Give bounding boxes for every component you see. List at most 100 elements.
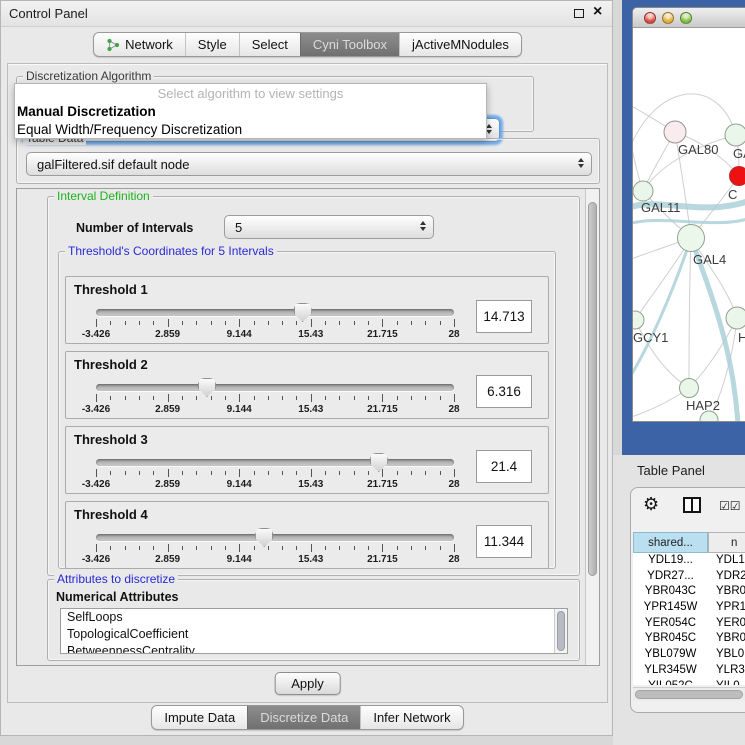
slider-tick-labels: -3.4262.8599.14415.4321.71528 (96, 404, 454, 416)
tab-label: Cyni Toolbox (313, 37, 387, 52)
bottom-tab-impute-data[interactable]: Impute Data (152, 706, 247, 729)
threshold-4-slider-track[interactable] (96, 534, 454, 541)
close-traffic-light-icon[interactable] (644, 12, 656, 24)
tab-network[interactable]: Network (94, 33, 185, 56)
table-row[interactable]: YER054CYER0 (633, 616, 745, 632)
network-node-red-node[interactable] (730, 167, 745, 186)
table-row[interactable]: YBR045CYBR0 (633, 631, 745, 647)
settings-scrollbar-thumb[interactable] (588, 202, 597, 576)
tick-mark (440, 321, 441, 325)
tick-mark (397, 321, 398, 325)
zoom-traffic-light-icon[interactable] (680, 12, 692, 24)
table-data-selected-value: galFiltered.sif default node (37, 157, 189, 172)
tab-cyni-toolbox[interactable]: Cyni Toolbox (300, 33, 399, 56)
algorithm-option-equal-width-frequency[interactable]: Equal Width/Frequency Discretization (15, 121, 486, 139)
top-tab-group: NetworkStyleSelect Cyni Toolbox jActiveMNo… (93, 32, 522, 57)
table-horizontal-scrollbar-thumb[interactable] (635, 690, 743, 699)
threshold-1-value-field[interactable]: 14.713 (476, 300, 532, 333)
bottom-tab-infer-network[interactable]: Infer Network (360, 706, 462, 729)
tick-mark (182, 396, 183, 400)
control-panel-window: Control Panel × NetworkStyleSelectCyni T… (0, 0, 613, 736)
apply-button[interactable]: Apply (274, 672, 341, 695)
tick-mark (339, 396, 340, 400)
table-horizontal-scrollbar[interactable] (633, 687, 745, 701)
table-row[interactable]: YLR345WYLR3 (633, 663, 745, 679)
tab-select[interactable]: Select (239, 33, 300, 56)
number-of-intervals-value: 5 (235, 220, 242, 235)
tick-mark (139, 546, 140, 550)
table-row[interactable]: YDR27...YDR2 (633, 569, 745, 585)
tick-mark (382, 469, 383, 477)
tick-label: 2.859 (155, 329, 180, 340)
table-row[interactable]: YIL052CYIL0 (633, 679, 745, 686)
tick-mark (311, 469, 312, 477)
number-of-intervals-combobox[interactable]: 5 (224, 215, 434, 239)
tick-mark (225, 471, 226, 475)
network-node-GAL80-node[interactable] (664, 121, 686, 143)
table-data-combobox[interactable]: galFiltered.sif default node (26, 152, 592, 176)
tick-mark (354, 471, 355, 475)
tick-mark (382, 544, 383, 552)
algorithm-option-manual-discretization[interactable]: Manual Discretization (15, 103, 486, 121)
threshold-4-value-field[interactable]: 11.344 (476, 525, 532, 558)
network-node-HAP2-node[interactable] (680, 379, 699, 398)
attributes-list-scrollbar[interactable] (554, 609, 567, 653)
network-node-H-node[interactable] (726, 307, 745, 329)
threshold-1-slider-track[interactable] (96, 309, 454, 316)
threshold-1-label: Threshold 1 (74, 282, 148, 297)
table-row[interactable]: YBR043CYBR0 (633, 584, 745, 600)
close-icon[interactable]: × (593, 3, 602, 21)
tick-mark (225, 321, 226, 325)
tick-mark (196, 546, 197, 550)
network-window: GAL80GACGAL11GAL4GCY1HHAP2 (632, 7, 745, 422)
settings-gear-icon[interactable]: ⚙ (643, 494, 659, 515)
numerical-attributes-list[interactable]: SelfLoopsTopologicalCoefficientBetweenne… (60, 608, 568, 654)
table-row[interactable]: YDL19...YDL1 (633, 553, 745, 569)
bottom-tab-discretize-data[interactable]: Discretize Data (247, 706, 360, 729)
tick-mark (296, 321, 297, 325)
network-node-GAL11-node[interactable] (633, 181, 653, 201)
threshold-3-slider: -3.4262.8599.14415.4321.71528 (94, 453, 458, 493)
tick-mark (225, 396, 226, 400)
float-window-icon[interactable] (574, 9, 584, 18)
attributes-list-scrollbar-thumb[interactable] (557, 611, 565, 651)
network-node-label: GAL80 (678, 142, 718, 157)
network-node-GAL4-node[interactable] (678, 225, 705, 252)
tick-mark (425, 396, 426, 400)
settings-vertical-scrollbar[interactable] (585, 189, 599, 665)
threshold-3-slider-track[interactable] (96, 459, 454, 466)
table-panel-region: Table Panel ⚙ ☑☑ shared... n YDL19...YDL… (613, 455, 745, 745)
network-node-label: GAL4 (693, 252, 726, 267)
table-row[interactable]: YBL079WYBL0 (633, 647, 745, 663)
network-icon (106, 38, 120, 52)
column-header-name[interactable]: n (708, 532, 745, 553)
network-node-GA-node[interactable] (725, 124, 745, 146)
attribute-item-selfloops[interactable]: SelfLoops (61, 609, 567, 626)
minimize-traffic-light-icon[interactable] (662, 12, 674, 24)
threshold-2-value-field[interactable]: 6.316 (476, 375, 532, 408)
column-header-shared[interactable]: shared... (633, 532, 708, 553)
table-cell: YBR045C (633, 631, 708, 647)
network-canvas[interactable]: GAL80GACGAL11GAL4GCY1HHAP2 (633, 28, 745, 422)
tick-mark (354, 546, 355, 550)
checked-box-icons[interactable]: ☑☑ (719, 499, 741, 513)
threshold-1-block: Threshold 1 -3.4262.8599.14415.4321.71528… (65, 276, 549, 344)
slider-tick-labels: -3.4262.8599.14415.4321.71528 (96, 554, 454, 566)
network-view-frame: GAL80GACGAL11GAL4GCY1HHAP2 (622, 0, 745, 455)
tab-jactivemnodules[interactable]: jActiveMNodules (399, 33, 521, 56)
tick-label: 21.715 (367, 479, 398, 490)
tab-style[interactable]: Style (185, 33, 239, 56)
slider-tick-labels: -3.4262.8599.14415.4321.71528 (96, 329, 454, 341)
tick-mark (211, 546, 212, 550)
network-node-GCY1-node[interactable] (633, 311, 644, 329)
attribute-item-topologicalcoefficient[interactable]: TopologicalCoefficient (61, 626, 567, 643)
tick-mark (440, 546, 441, 550)
split-columns-icon[interactable] (683, 497, 701, 513)
table-row[interactable]: YPR145WYPR1 (633, 600, 745, 616)
tick-mark (311, 544, 312, 552)
threshold-2-slider-track[interactable] (96, 384, 454, 391)
tick-mark (282, 321, 283, 325)
threshold-3-value-field[interactable]: 21.4 (476, 450, 532, 483)
tick-mark (239, 469, 240, 477)
attribute-item-betweennesscentrality[interactable]: BetweennessCentrality (61, 643, 567, 654)
